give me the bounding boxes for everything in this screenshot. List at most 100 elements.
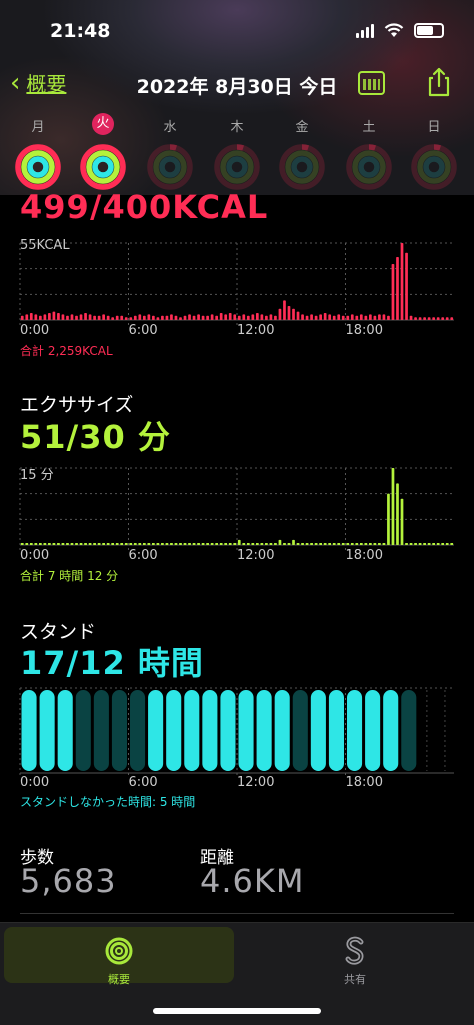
- bar: [337, 314, 341, 320]
- tab-summary-label: 概要: [108, 973, 130, 986]
- bar: [43, 314, 47, 320]
- bar: [192, 315, 196, 320]
- bar: [423, 543, 426, 545]
- bar: [70, 543, 74, 545]
- tab-summary[interactable]: 概要: [4, 927, 234, 986]
- activity-ring-icon[interactable]: [344, 142, 394, 192]
- x-tick-label: 6:00: [128, 775, 158, 790]
- bar: [260, 314, 264, 320]
- day-label-5[interactable]: 土: [354, 116, 384, 135]
- bar: [147, 543, 151, 545]
- bar: [418, 543, 422, 545]
- bar: [66, 315, 69, 320]
- bar: [359, 314, 363, 320]
- bar: [115, 315, 119, 320]
- day-label-3[interactable]: 木: [222, 116, 252, 135]
- activity-ring-icon[interactable]: [78, 142, 128, 192]
- x-tick-label: 12:00: [237, 775, 275, 790]
- bar: [427, 317, 431, 320]
- bar: [88, 543, 92, 545]
- share-icon[interactable]: [425, 66, 453, 98]
- bar: [418, 317, 422, 320]
- bar: [251, 314, 255, 320]
- bar: [427, 543, 431, 545]
- exercise-value: 51/30 分: [20, 418, 171, 456]
- bar: [283, 543, 286, 545]
- bar: [170, 543, 173, 545]
- bar: [274, 543, 277, 545]
- bar: [355, 543, 359, 545]
- stand-hour: [166, 690, 182, 771]
- stand-hour: [365, 690, 381, 771]
- bar: [301, 543, 304, 545]
- bar: [201, 315, 205, 320]
- bar: [391, 264, 395, 320]
- stand-value: 17/12 時間: [20, 644, 204, 682]
- bar: [197, 543, 200, 545]
- bar: [292, 308, 295, 320]
- activity-ring-icon[interactable]: [13, 142, 63, 192]
- stand-hour: [256, 690, 272, 771]
- day-label-2[interactable]: 水: [155, 116, 185, 135]
- bar: [242, 543, 246, 545]
- x-tick-label: 6:00: [128, 548, 158, 563]
- sharing-icon: [345, 936, 364, 965]
- bar: [66, 543, 69, 545]
- calendar-icon[interactable]: [358, 71, 385, 95]
- bar: [364, 543, 368, 545]
- bar: [319, 314, 322, 320]
- bar: [296, 543, 300, 545]
- bar: [152, 543, 155, 545]
- wifi-icon: [384, 22, 404, 37]
- bar: [278, 308, 282, 320]
- activity-ring-icon[interactable]: [212, 142, 262, 192]
- bar: [156, 317, 160, 320]
- bar: [369, 543, 372, 545]
- bar: [97, 543, 101, 545]
- bar: [88, 314, 92, 320]
- bar: [323, 313, 327, 320]
- bar: [215, 315, 219, 320]
- bar: [224, 314, 228, 320]
- bar: [188, 543, 191, 545]
- day-label-6[interactable]: 日: [419, 116, 449, 135]
- status-time: 21:48: [50, 20, 111, 42]
- bar: [210, 314, 214, 320]
- bar: [332, 543, 336, 545]
- activity-ring-icon[interactable]: [277, 142, 327, 192]
- bar: [274, 315, 277, 320]
- bar: [242, 314, 246, 320]
- bar: [228, 313, 232, 320]
- day-label-4[interactable]: 金: [287, 116, 317, 135]
- bar: [441, 543, 445, 545]
- bar: [400, 498, 404, 545]
- bar: [364, 315, 368, 320]
- bar: [237, 539, 241, 545]
- bar: [292, 539, 295, 545]
- nav-bar: ‹ 概要 2022年 8月30日 今日: [0, 64, 474, 104]
- bar: [436, 317, 440, 320]
- bar: [48, 313, 51, 320]
- bar: [359, 543, 363, 545]
- divider: [20, 913, 454, 914]
- activity-ring-icon[interactable]: [145, 142, 195, 192]
- bar: [396, 257, 399, 320]
- day-label-1[interactable]: 火: [88, 113, 118, 135]
- bar: [355, 315, 359, 320]
- stand-total: スタンドしなかった時間: 5 時間: [20, 795, 196, 809]
- bar: [369, 314, 372, 320]
- status-icons: [356, 22, 444, 38]
- day-label-0[interactable]: 月: [23, 116, 53, 135]
- distance-value: 4.6KM: [200, 862, 305, 900]
- x-tick-label: 6:00: [128, 323, 158, 338]
- bar: [20, 315, 24, 320]
- tab-sharing[interactable]: 共有: [240, 927, 470, 986]
- bar: [111, 317, 115, 320]
- bar: [319, 543, 322, 545]
- bar: [52, 543, 56, 545]
- activity-ring-icon[interactable]: [409, 142, 459, 192]
- bar: [341, 315, 345, 320]
- stand-hour: [202, 690, 218, 771]
- bar: [38, 315, 42, 320]
- bar: [382, 314, 386, 320]
